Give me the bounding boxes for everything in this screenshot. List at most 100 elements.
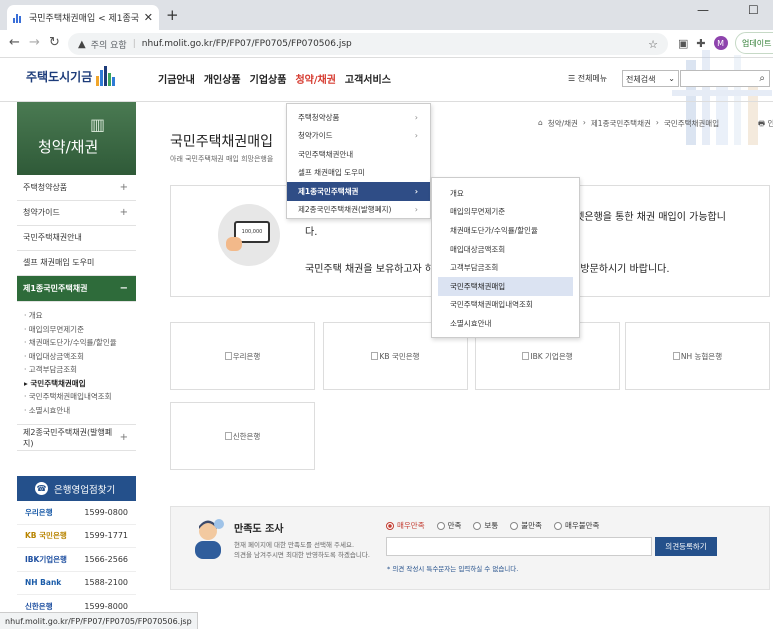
bank-card-label: 신한은행 bbox=[232, 431, 261, 441]
radio-satisfied[interactable]: 만족 bbox=[436, 520, 461, 531]
back-icon[interactable]: ← bbox=[9, 36, 20, 49]
radio-icon[interactable] bbox=[553, 521, 562, 530]
reload-icon[interactable]: ↻ bbox=[49, 36, 60, 49]
submenu-item[interactable]: 소멸시효안내 bbox=[438, 314, 573, 333]
tab-title: 국민주택채권매입 < 제1종국 bbox=[29, 14, 140, 24]
gnb-item-subscription-bond[interactable]: 청약/채권 bbox=[295, 71, 335, 86]
screenshot-icon[interactable]: ▣ bbox=[678, 37, 688, 50]
radio-icon[interactable] bbox=[510, 521, 519, 530]
bank-phone-list: 우리은행 1599-0800 KB 국민은행 1599-1771 IBK기업은행 15… bbox=[17, 501, 136, 619]
expand-plus-icon[interactable]: + bbox=[120, 432, 128, 443]
bookmark-star-icon[interactable]: ☆ bbox=[648, 38, 658, 51]
radio-neutral[interactable]: 보통 bbox=[473, 520, 498, 531]
bank-row[interactable]: 우리은행 1599-0800 bbox=[17, 501, 136, 525]
dropdown-item[interactable]: 국민주택채권안내 bbox=[287, 145, 430, 164]
bank-row[interactable]: IBK기업은행 1566-2566 bbox=[17, 548, 136, 572]
lnb-subitem[interactable]: · 고객부담금조회 bbox=[24, 363, 136, 377]
dropdown-item-highlighted[interactable]: 제1종국민주택채권 › bbox=[287, 182, 430, 201]
url-field[interactable]: ▲ 주의 요함 | nhuf.molit.go.kr/FP/FP07/FP070… bbox=[68, 33, 668, 55]
bank-row[interactable]: KB 국민은행 1599-1771 bbox=[17, 525, 136, 548]
submenu-item[interactable]: 매입의무면제기준 bbox=[438, 203, 573, 222]
home-icon[interactable]: ⌂ bbox=[538, 118, 543, 129]
site-favicon-icon bbox=[13, 13, 23, 23]
extensions-puzzle-icon[interactable]: ✚ bbox=[696, 37, 705, 50]
survey-comment-input[interactable] bbox=[386, 537, 652, 556]
radio-dissatisfied[interactable]: 불만족 bbox=[510, 520, 542, 531]
url-divider: | bbox=[132, 39, 136, 49]
survey-options: 매우만족 만족 보통 불만족 매우불만족 bbox=[386, 520, 599, 531]
collapse-minus-icon[interactable]: − bbox=[120, 283, 128, 294]
tab-close-icon[interactable]: ✕ bbox=[144, 11, 153, 24]
radio-very-dissatisfied[interactable]: 매우불만족 bbox=[553, 520, 599, 531]
lnb-subitem[interactable]: · 국민주택채권매입내역조회 bbox=[24, 390, 136, 404]
lnb-subitem[interactable]: · 소멸시효안내 bbox=[24, 404, 136, 418]
bank-row[interactable]: NH Bank 1588-2100 bbox=[17, 572, 136, 595]
radio-very-satisfied[interactable]: 매우만족 bbox=[386, 520, 425, 531]
search-scope-select[interactable]: 전체검색 ⌄ bbox=[622, 70, 679, 87]
browser-status-bar: nhuf.molit.go.kr/FP/FP07/FP0705/FP070506… bbox=[0, 612, 198, 629]
submenu-item-highlighted[interactable]: 국민주택채권매입 bbox=[438, 276, 573, 296]
dropdown-item[interactable]: 주택청약상품 › bbox=[287, 108, 430, 127]
expand-plus-icon[interactable]: + bbox=[120, 182, 128, 193]
search-input[interactable]: ⌕ bbox=[680, 70, 770, 87]
type1-bond-submenu: 개요 매입의무면제기준 채권매도단가/수익률/할인율 매입대상금액조회 고객부담… bbox=[431, 177, 580, 338]
breadcrumb-separator: › bbox=[582, 118, 586, 127]
submenu-item[interactable]: 개요 bbox=[438, 184, 573, 203]
radio-selected-icon[interactable] bbox=[386, 521, 394, 530]
chevron-right-icon: › bbox=[414, 112, 418, 122]
gnb-item-personal[interactable]: 개인상품 bbox=[204, 71, 241, 86]
dropdown-item[interactable]: 제2종국민주택채권(발행폐지) › bbox=[287, 201, 430, 220]
lnb-subitem[interactable]: · 매입대상금액조회 bbox=[24, 350, 136, 364]
lnb-item-bond-info[interactable]: 국민주택채권안내 bbox=[17, 225, 136, 251]
chevron-right-icon: › bbox=[414, 131, 418, 141]
new-tab-button[interactable]: + bbox=[166, 8, 179, 23]
gnb-item-corporate[interactable]: 기업상품 bbox=[250, 71, 287, 86]
all-menu-button[interactable]: ☰ 전체메뉴 bbox=[568, 73, 607, 84]
lnb-subitem[interactable]: · 매입의무면제기준 bbox=[24, 323, 136, 337]
print-button[interactable]: 🖶 인쇄 bbox=[758, 118, 773, 131]
submenu-item[interactable]: 고객부담금조회 bbox=[438, 258, 573, 277]
global-nav: 기금안내 개인상품 기업상품 청약/채권 고객서비스 bbox=[158, 71, 391, 86]
person-illustration bbox=[195, 519, 224, 559]
submenu-item[interactable]: 채권매도단가/수익률/할인율 bbox=[438, 221, 573, 240]
maximize-button[interactable]: ☐ bbox=[748, 3, 759, 17]
radio-icon[interactable] bbox=[473, 521, 482, 530]
lnb-item-subscription-guide[interactable]: 청약가이드 + bbox=[17, 200, 136, 226]
forward-icon[interactable]: → bbox=[29, 36, 40, 49]
dropdown-item[interactable]: 셀프 채권매입 도우미 bbox=[287, 164, 430, 183]
submit-opinion-button[interactable]: 의견등록하기 bbox=[655, 537, 717, 556]
bank-card-shinhan[interactable]: 신한은행 bbox=[170, 402, 315, 470]
site-logo[interactable]: 주택도시기금 bbox=[26, 66, 116, 86]
lnb-title: 청약/채권 bbox=[38, 138, 99, 156]
lnb-subitem-current[interactable]: ▸ 국민주택채권매입 bbox=[24, 377, 136, 391]
expand-plus-icon[interactable]: + bbox=[120, 207, 128, 218]
bank-branch-finder-header[interactable]: ☎ 은행영업점찾기 bbox=[17, 476, 136, 501]
search-icon[interactable]: ⌕ bbox=[759, 73, 765, 84]
lnb-item-housing-subscription[interactable]: 주택청약상품 + bbox=[17, 175, 136, 201]
breadcrumb-item[interactable]: 제1종국민주택채권 bbox=[591, 118, 651, 129]
profile-avatar[interactable]: M bbox=[713, 36, 728, 50]
gnb-item-customer-service[interactable]: 고객서비스 bbox=[345, 71, 391, 86]
browser-tab[interactable]: 국민주택채권매입 < 제1종국 ✕ bbox=[7, 5, 159, 30]
page-description: 아래 국민주택채권 매입 희망은행을 bbox=[170, 155, 274, 163]
header-decoration bbox=[672, 50, 772, 145]
bank-card-nh[interactable]: NH 농협은행 bbox=[625, 322, 770, 390]
lnb-item-label: 셀프 채권매입 도우미 bbox=[23, 258, 95, 267]
submenu-item[interactable]: 매입대상금액조회 bbox=[438, 240, 573, 259]
lnb-item-type1-bond[interactable]: 제1종국민주택채권 − bbox=[17, 276, 136, 302]
radio-icon[interactable] bbox=[436, 521, 445, 530]
submenu-item[interactable]: 국민주택채권매입내역조회 bbox=[438, 296, 573, 315]
breadcrumb-item[interactable]: 청약/채권 bbox=[548, 118, 578, 129]
gnb-item-fund-info[interactable]: 기금안내 bbox=[158, 71, 195, 86]
dropdown-item-label: 주택청약상품 bbox=[298, 112, 340, 122]
lnb-subitem[interactable]: · 채권매도단가/수익률/할인율 bbox=[24, 336, 136, 350]
dropdown-item[interactable]: 청약가이드 › bbox=[287, 127, 430, 146]
info-text-line2: 국민주택 채권을 보유하고자 하 bbox=[305, 264, 435, 275]
bank-card-woori[interactable]: 우리은행 bbox=[170, 322, 315, 390]
lnb-item-self-bond-helper[interactable]: 셀프 채권매입 도우미 bbox=[17, 250, 136, 276]
radio-label: 보통 bbox=[484, 521, 499, 530]
radio-label: 매우만족 bbox=[397, 521, 425, 530]
lnb-subitem[interactable]: · 개요 bbox=[24, 309, 136, 323]
lnb-item-type2-bond[interactable]: 제2종국민주택채권(발행폐지) + bbox=[17, 425, 136, 451]
minimize-button[interactable]: — bbox=[697, 3, 709, 17]
